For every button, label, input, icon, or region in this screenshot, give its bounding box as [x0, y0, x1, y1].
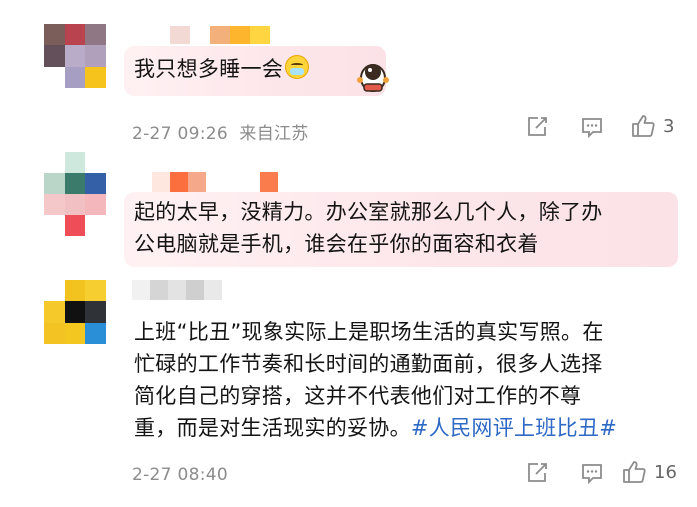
like-button[interactable]: 16: [622, 460, 677, 484]
avatar[interactable]: [44, 280, 106, 344]
comment-time: 2-27 09:26 来自江苏: [132, 124, 309, 144]
comment-time: 2-27 08:40: [132, 465, 228, 485]
avatar[interactable]: [44, 152, 106, 236]
like-count: 16: [654, 461, 677, 483]
avatar[interactable]: [44, 24, 106, 88]
comment-line: 起的太早，没精力。办公室就那么几个人，除了办: [134, 200, 603, 224]
comment-line: 公电脑就是手机，谁会在乎你的面容和衣着: [134, 232, 539, 256]
comment-line: 重，而是对生活现实的妥协。#人民网评上班比丑#: [134, 416, 618, 440]
comment-line: 简化自己的穿搭，这并不代表他们对工作的不尊: [134, 384, 582, 408]
thumbs-up-icon: [623, 461, 646, 483]
comment-icon: [582, 464, 602, 484]
comment-button[interactable]: [581, 116, 603, 138]
repost-icon: [528, 117, 547, 136]
comment-line: 上班“比丑”现象实际上是职场生活的真实写照。在: [134, 320, 604, 344]
comment-text: 起的太早，没精力。办公室就那么几个人，除了办 公电脑就是手机，谁会在乎你的面容和…: [134, 196, 603, 260]
repost-button[interactable]: [526, 116, 548, 138]
hashtag-link[interactable]: #人民网评上班比丑#: [411, 416, 617, 440]
astronaut-sticker-icon: [357, 64, 389, 92]
comment-text: 上班“比丑”现象实际上是职场生活的真实写照。在 忙碌的工作节奏和长时间的通勤面前…: [134, 316, 617, 444]
username-masked[interactable]: [152, 172, 278, 192]
comment-line: 忙碌的工作节奏和长时间的通勤面前，很多人选择: [134, 352, 603, 376]
repost-button[interactable]: [526, 462, 548, 484]
username-masked[interactable]: [170, 26, 270, 44]
like-count: 3: [663, 115, 675, 137]
comment-text: 我只想多睡一会: [134, 53, 310, 85]
comment-line: 我只想多睡一会: [134, 57, 284, 81]
username-masked[interactable]: [132, 280, 222, 300]
comment-icon: [582, 118, 602, 138]
repost-icon: [528, 463, 547, 482]
like-button[interactable]: 3: [631, 114, 674, 138]
face-with-mask-emoji-icon: [285, 55, 310, 79]
comment-button[interactable]: [581, 462, 603, 484]
thumbs-up-icon: [632, 115, 655, 137]
comment-location: 来自江苏: [239, 124, 309, 144]
